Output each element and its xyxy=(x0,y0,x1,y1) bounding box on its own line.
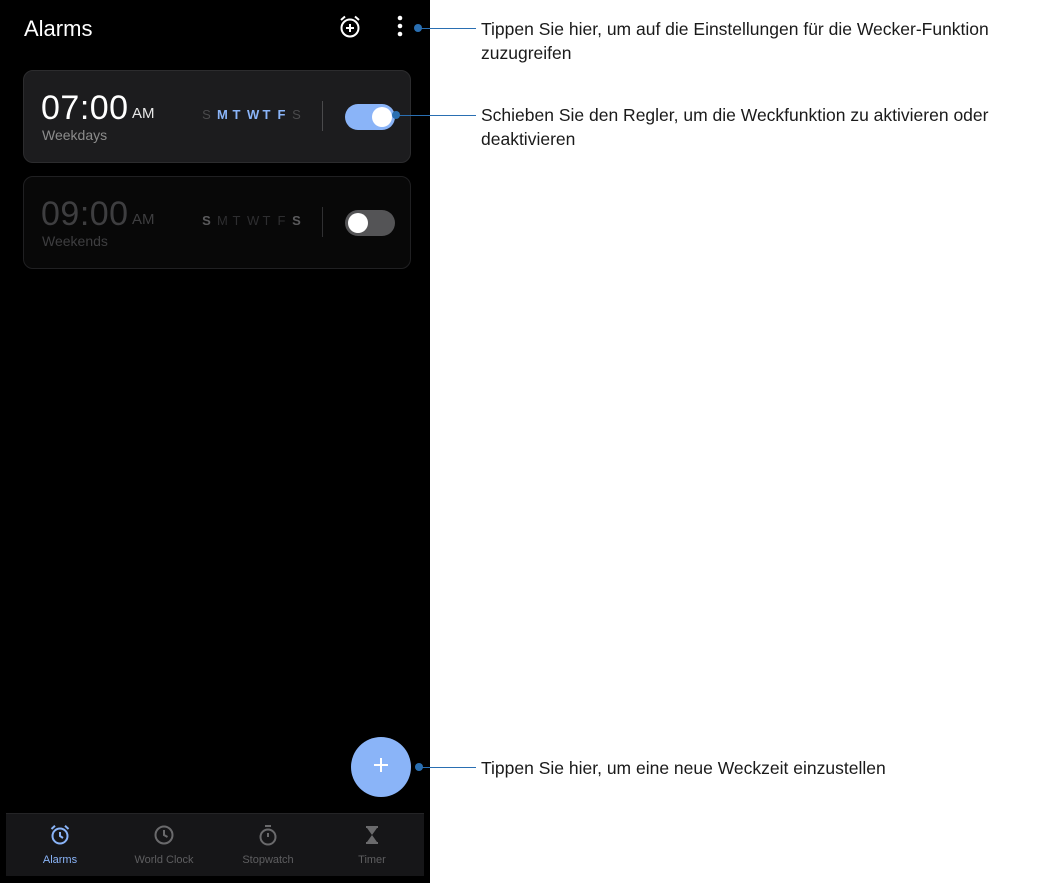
phone-screen: Alarms 07:00 AM Weekdays S M T W T F S 0… xyxy=(0,0,430,883)
nav-item-stopwatch[interactable]: Stopwatch xyxy=(216,814,320,876)
alarm-add-icon[interactable] xyxy=(338,14,362,45)
repeat-days: S M T W T F S xyxy=(202,213,301,228)
nav-label: World Clock xyxy=(134,854,194,866)
alarm-ampm: AM xyxy=(132,105,155,122)
toggle-knob xyxy=(348,213,368,233)
divider xyxy=(322,101,323,131)
toggle-knob xyxy=(372,107,392,127)
day-monday: M xyxy=(217,213,228,228)
alarm-time: 09:00 xyxy=(41,195,129,233)
nav-item-world-clock[interactable]: World Clock xyxy=(112,814,216,876)
alarm-time: 07:00 xyxy=(41,89,129,127)
callout-text: Tippen Sie hier, um auf die Einstellunge… xyxy=(481,19,989,63)
alarm-repeat-label: Weekdays xyxy=(42,127,108,143)
page-title: Alarms xyxy=(24,16,93,41)
day-saturday: S xyxy=(292,107,301,122)
alarm-toggle[interactable] xyxy=(345,104,395,130)
callout-line xyxy=(398,115,476,116)
nav-label: Stopwatch xyxy=(242,854,294,866)
day-thursday: T xyxy=(262,107,271,122)
stopwatch-icon xyxy=(257,824,279,851)
nav-item-timer[interactable]: Timer xyxy=(320,814,424,876)
plus-icon xyxy=(372,756,390,779)
callout-text: Schieben Sie den Regler, um die Weckfunk… xyxy=(481,105,989,149)
alarm-ampm: AM xyxy=(132,211,155,228)
more-vert-icon[interactable] xyxy=(394,12,406,45)
day-wednesday: W xyxy=(247,107,260,122)
day-sunday: S xyxy=(202,213,211,228)
alarm-card[interactable]: 07:00 AM Weekdays S M T W T F S xyxy=(23,70,411,163)
day-friday: F xyxy=(277,213,286,228)
alarm-repeat-label: Weekends xyxy=(42,233,108,249)
day-saturday: S xyxy=(292,213,301,228)
day-tuesday: T xyxy=(232,107,241,122)
alarm-icon xyxy=(49,824,71,851)
add-alarm-button[interactable] xyxy=(351,737,411,797)
alarm-toggle[interactable] xyxy=(345,210,395,236)
day-monday: M xyxy=(217,107,228,122)
clock-icon xyxy=(153,824,175,851)
repeat-days: S M T W T F S xyxy=(202,107,301,122)
nav-item-alarms[interactable]: Alarms xyxy=(8,814,112,876)
day-sunday: S xyxy=(202,107,211,122)
alarm-card[interactable]: 09:00 AM Weekends S M T W T F S xyxy=(23,176,411,269)
day-tuesday: T xyxy=(232,213,241,228)
callout-text: Tippen Sie hier, um eine neue Weckzeit e… xyxy=(481,758,886,778)
bottom-nav: Alarms World Clock Stopwatch Timer xyxy=(6,813,424,876)
hourglass-icon xyxy=(361,824,383,851)
day-thursday: T xyxy=(262,213,271,228)
day-friday: F xyxy=(277,107,286,122)
callout-line xyxy=(420,28,476,29)
divider xyxy=(322,207,323,237)
nav-label: Timer xyxy=(358,854,386,866)
callout-line xyxy=(421,767,476,768)
day-wednesday: W xyxy=(247,213,260,228)
nav-label: Alarms xyxy=(42,854,78,866)
